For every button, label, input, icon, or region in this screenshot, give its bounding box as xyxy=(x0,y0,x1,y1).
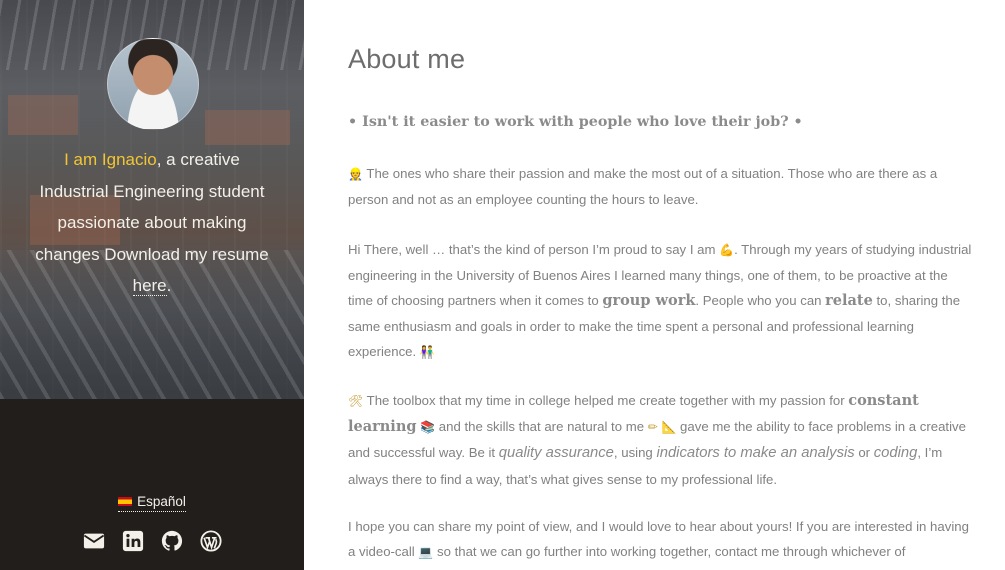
paragraph-contact: I hope you can share my point of view, a… xyxy=(348,514,973,565)
intro-end: . xyxy=(166,276,172,296)
quality-assurance-emphasis: quality assurance xyxy=(498,445,614,462)
paragraph-passion: 👷 The ones who share their passion and m… xyxy=(348,161,973,212)
email-icon[interactable] xyxy=(83,530,105,552)
intro-name: I am Ignacio xyxy=(64,150,157,169)
paragraph-passion-text: The ones who share their passion and mak… xyxy=(348,166,938,208)
language-label: Español xyxy=(137,494,186,509)
paragraph-intro-text-a: Hi There, well … that’s the kind of pers… xyxy=(348,242,720,257)
paragraph-toolbox-text-a: The toolbox that my time in college help… xyxy=(366,393,849,408)
wordpress-icon[interactable] xyxy=(199,530,222,552)
sidebar: I am Ignacio, a creative Industrial Engi… xyxy=(0,0,304,570)
paragraph-contact-text-b: so that we can go further into working t… xyxy=(433,544,906,560)
github-icon[interactable] xyxy=(161,530,183,552)
indicators-emphasis: indicators to make an analysis xyxy=(656,445,855,462)
language-switch: Español xyxy=(0,494,304,512)
resume-link[interactable]: here xyxy=(132,276,167,297)
paragraph-toolbox-text-e: or xyxy=(854,445,874,461)
tagline: • Isn't it easier to work with people wh… xyxy=(348,114,803,130)
tools-emoji-icon: 🛠 xyxy=(348,394,364,408)
spain-flag-icon xyxy=(118,497,133,506)
people-emoji-icon: 👫 xyxy=(419,344,435,359)
tagline-suffix: ? • xyxy=(780,114,803,130)
tagline-text: Isn't it easier to work with people who … xyxy=(362,114,781,130)
group-work-emphasis: group work xyxy=(602,292,696,310)
paragraph-intro: Hi There, well … that’s the kind of pers… xyxy=(348,237,973,365)
paragraph-toolbox-text-d: , using xyxy=(613,445,657,461)
paragraph-intro-text-c: . People who you can xyxy=(695,293,826,309)
worker-emoji-icon: 👷 xyxy=(348,167,363,181)
social-links xyxy=(0,530,304,552)
relate-emphasis: relate xyxy=(825,292,873,310)
coding-emphasis: coding xyxy=(873,445,918,462)
linkedin-icon[interactable] xyxy=(122,530,144,552)
avatar xyxy=(107,38,199,130)
paragraph-toolbox: 🛠 The toolbox that my time in college he… xyxy=(348,388,973,492)
laptop-emoji-icon: 💻 xyxy=(418,545,434,560)
page-title: About me xyxy=(348,44,466,74)
flexed-biceps-emoji-icon: 💪 xyxy=(719,243,735,257)
paragraph-toolbox-text-b: and the skills that are natural to me xyxy=(435,419,648,435)
intro-text: I am Ignacio, a creative Industrial Engi… xyxy=(34,144,270,302)
triangle-ruler-emoji-icon: 📐 xyxy=(661,420,677,435)
language-link[interactable]: Español xyxy=(118,494,186,512)
pencil-emoji-icon: ✏ xyxy=(647,420,658,435)
books-emoji-icon: 📚 xyxy=(420,420,436,435)
tagline-prefix: • xyxy=(348,114,363,130)
